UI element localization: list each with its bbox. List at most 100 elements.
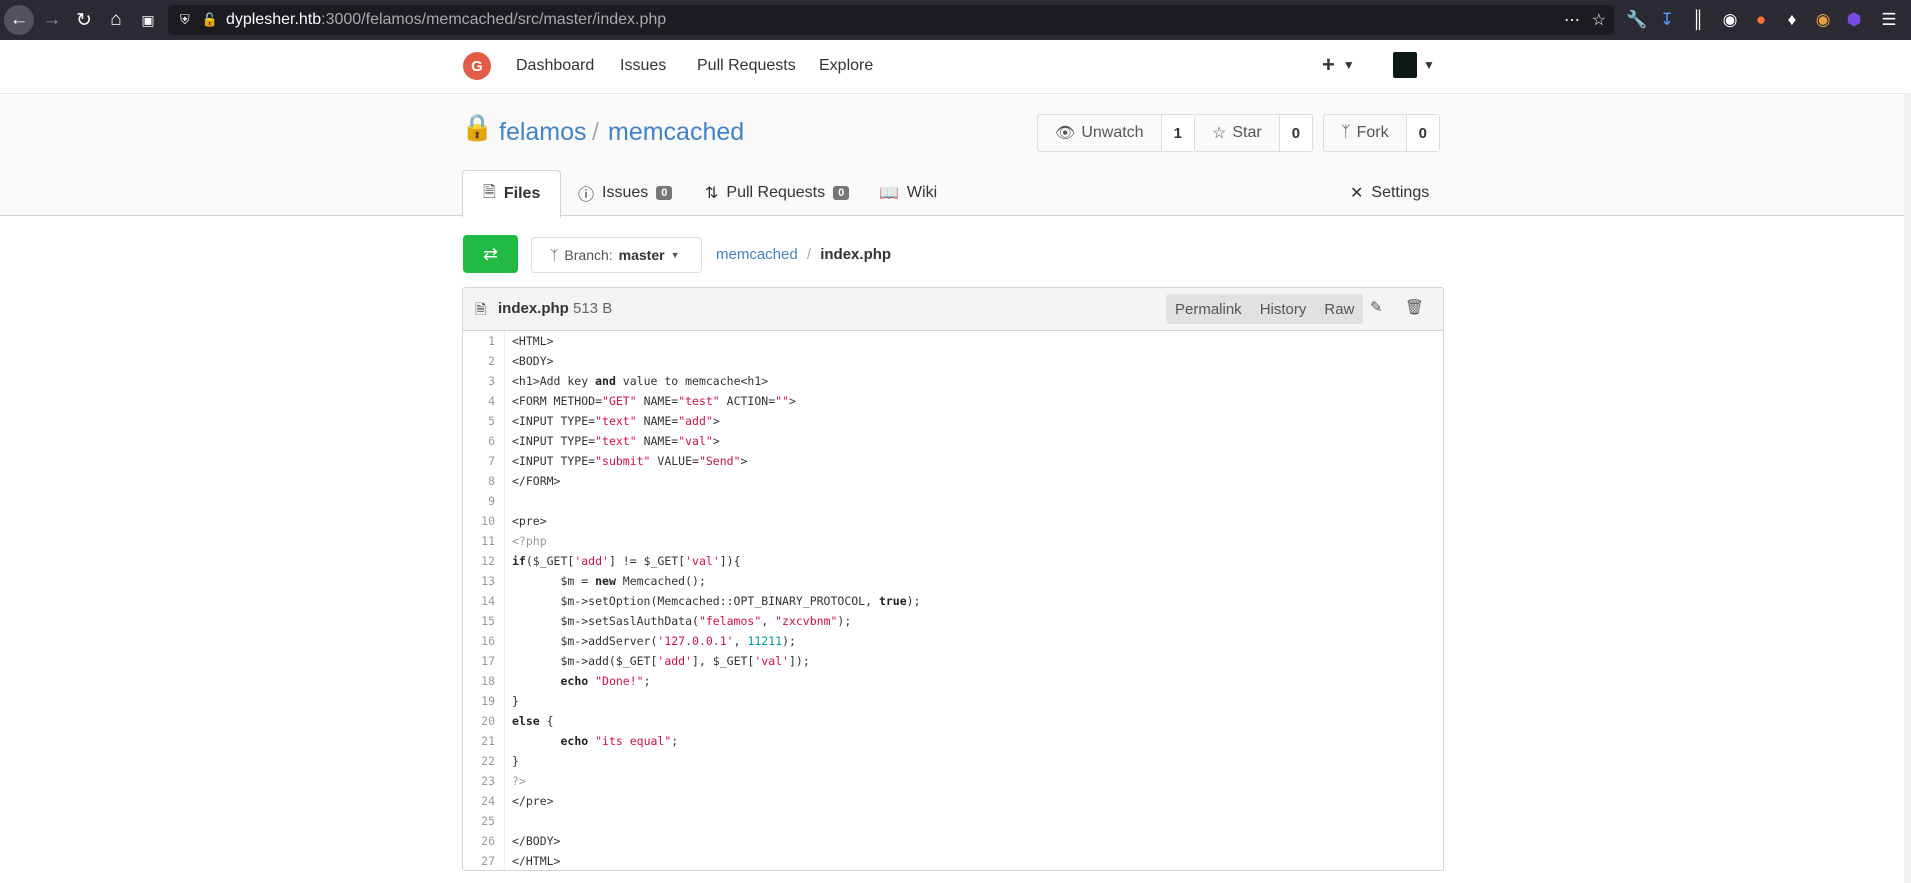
tab-pull-requests[interactable]: ⇅ Pull Requests 0 <box>705 170 850 216</box>
home-icon[interactable]: ⌂ <box>101 5 131 35</box>
line-number[interactable]: 20 <box>463 711 505 731</box>
create-new-dropdown[interactable]: + ▼ <box>1322 52 1355 78</box>
line-number[interactable]: 24 <box>463 791 505 811</box>
line-number[interactable]: 8 <box>463 471 505 491</box>
url-host: dyplesher.htb <box>225 11 322 28</box>
trash-delete-icon[interactable]: 🗑 <box>1405 298 1424 316</box>
branch-name: master <box>618 247 665 263</box>
shield-icon[interactable]: ⛨ <box>180 12 190 28</box>
line-number[interactable]: 14 <box>463 591 505 611</box>
stars-count[interactable]: 0 <box>1279 115 1313 151</box>
bookmark-star-icon[interactable]: ☆ <box>1592 10 1606 30</box>
code-line: 7 <INPUT TYPE="submit" VALUE="Send"> <box>463 451 1443 471</box>
line-number[interactable]: 18 <box>463 671 505 691</box>
file-size: 513 B <box>573 300 613 317</box>
compare-branches-button[interactable]: ⇄ <box>463 235 518 273</box>
raw-button[interactable]: Raw <box>1315 294 1363 324</box>
line-number[interactable]: 25 <box>463 811 505 831</box>
nav-dashboard[interactable]: Dashboard <box>516 57 594 75</box>
extension-fox-icon[interactable]: ● <box>1749 8 1773 32</box>
line-number[interactable]: 3 <box>463 371 505 391</box>
line-number[interactable]: 16 <box>463 631 505 651</box>
line-number[interactable]: 4 <box>463 391 505 411</box>
tab-wiki[interactable]: 📖 Wiki <box>879 170 937 216</box>
fork-button-group: ᛉ Fork 0 <box>1323 114 1440 152</box>
tab-files[interactable]: 🗎 Files <box>462 170 562 218</box>
branch-prefix: Branch: <box>564 247 613 263</box>
extension-cookie-icon[interactable]: ◉ <box>1718 8 1742 32</box>
line-number[interactable]: 5 <box>463 411 505 431</box>
history-button[interactable]: History <box>1251 294 1316 324</box>
line-number[interactable]: 23 <box>463 771 505 791</box>
tab-settings[interactable]: ✕ Settings <box>1350 170 1429 216</box>
code-text: </FORM> <box>512 474 561 488</box>
line-number[interactable]: 27 <box>463 851 505 870</box>
code-text: <BODY> <box>512 354 554 368</box>
tab-wiki-label: Wiki <box>906 184 938 201</box>
line-number[interactable]: 1 <box>463 331 505 351</box>
repo-name-link[interactable]: memcached <box>608 118 744 147</box>
forks-count[interactable]: 0 <box>1406 115 1439 151</box>
code-line: 18 echo "Done!"; <box>463 671 1443 691</box>
nav-pull-requests[interactable]: Pull Requests <box>697 57 796 75</box>
user-menu-dropdown[interactable]: ▼ <box>1393 52 1435 78</box>
reader-view-icon[interactable]: ▣ <box>133 5 163 35</box>
line-number[interactable]: 7 <box>463 451 505 471</box>
url-bar[interactable]: ⛨ 🔓 dyplesher.htb:3000/felamos/memcached… <box>168 5 1614 35</box>
tab-pull-requests-label: Pull Requests <box>726 184 826 201</box>
fork-button[interactable]: ᛉ Fork <box>1324 115 1407 151</box>
reload-icon[interactable]: ↻ <box>69 5 99 35</box>
line-number[interactable]: 15 <box>463 611 505 631</box>
code-line: 22} <box>463 751 1443 771</box>
line-number[interactable]: 26 <box>463 831 505 851</box>
menu-hamburger-icon[interactable]: ☰ <box>1877 8 1901 32</box>
watchers-count[interactable]: 1 <box>1161 115 1194 151</box>
insecure-lock-icon[interactable]: 🔓 <box>202 12 218 28</box>
extension-palette-icon[interactable]: ◉ <box>1811 8 1835 32</box>
library-icon[interactable]: ║ <box>1686 8 1710 32</box>
repo-owner-link[interactable]: felamos <box>499 118 587 147</box>
code-line: 12 if($_GET['add'] != $_GET['val']){ <box>463 551 1443 571</box>
file-viewer: 🗎 index.php 513 B Permalink History Raw … <box>462 287 1444 871</box>
tab-issues[interactable]: ⓘ Issues 0 <box>578 170 673 216</box>
line-number[interactable]: 22 <box>463 751 505 771</box>
line-number[interactable]: 9 <box>463 491 505 511</box>
line-number[interactable]: 17 <box>463 651 505 671</box>
page-scrollbar[interactable] <box>1904 93 1911 883</box>
star-icon: ☆ <box>1212 125 1227 142</box>
nav-explore[interactable]: Explore <box>819 57 873 75</box>
line-number[interactable]: 6 <box>463 431 505 451</box>
unwatch-label: Unwatch <box>1081 124 1144 141</box>
code-text: </BODY> <box>512 834 561 848</box>
code-line: 25 <box>463 811 1443 831</box>
line-number[interactable]: 21 <box>463 731 505 751</box>
back-arrow-icon[interactable]: ← <box>4 5 34 35</box>
url-text[interactable]: dyplesher.htb:3000/felamos/memcached/src… <box>226 11 666 29</box>
forward-arrow-icon[interactable]: → <box>37 5 67 35</box>
wrench-icon[interactable]: 🔧 <box>1625 8 1649 32</box>
breadcrumb-repo-link[interactable]: memcached <box>716 246 798 263</box>
extension-hex-icon[interactable]: ⬢ <box>1842 8 1866 32</box>
permalink-button[interactable]: Permalink <box>1166 294 1251 324</box>
star-label: Star <box>1232 124 1262 141</box>
line-number[interactable]: 10 <box>463 511 505 531</box>
line-number[interactable]: 13 <box>463 571 505 591</box>
line-number[interactable]: 2 <box>463 351 505 371</box>
gitea-logo-icon[interactable]: G <box>463 52 491 80</box>
line-number[interactable]: 11 <box>463 531 505 551</box>
branch-dropdown[interactable]: ᛉ Branch: master ▼ <box>531 237 702 273</box>
nav-issues[interactable]: Issues <box>620 57 666 75</box>
line-number[interactable]: 12 <box>463 551 505 571</box>
star-button[interactable]: ☆ Star <box>1195 115 1280 151</box>
page-actions-icon[interactable]: ⋯ <box>1564 10 1580 30</box>
line-number[interactable]: 19 <box>463 691 505 711</box>
unwatch-button[interactable]: 👁 Unwatch <box>1038 115 1162 151</box>
extension-puzzle-icon[interactable]: ♦ <box>1780 8 1804 32</box>
code-line: 4 <FORM METHOD="GET" NAME="test" ACTION="… <box>463 391 1443 411</box>
pencil-edit-icon[interactable]: ✎ <box>1370 298 1383 316</box>
pull-requests-count-badge: 0 <box>833 186 850 200</box>
tools-icon: ✕ <box>1350 185 1364 202</box>
code-line: 9 <box>463 491 1443 511</box>
issue-opened-icon: ⓘ <box>578 187 595 204</box>
download-icon[interactable]: ↧ <box>1655 8 1679 32</box>
